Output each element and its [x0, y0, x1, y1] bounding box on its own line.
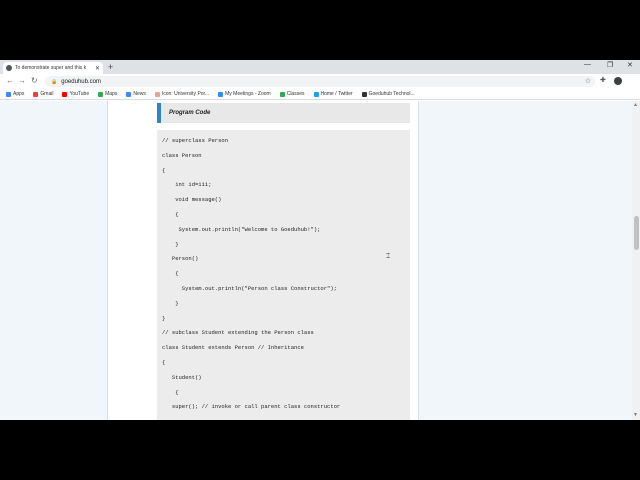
bookmarks-bar: Apps Gmail YouTube Maps News Icon: University… — [0, 89, 640, 100]
tab-title: To demonstrate super and this k — [15, 65, 87, 71]
bookmark-label: Icon: University Por... — [161, 91, 210, 97]
code-line: System.out.println("Person class Constru… — [162, 285, 337, 292]
close-tab-icon[interactable]: ✕ — [95, 65, 100, 72]
bookmark-label: Maps — [105, 91, 118, 97]
code-line: // subclass Student extending the Person… — [162, 329, 314, 337]
program-code-title: Program Code — [169, 110, 211, 116]
bookmark-label: Gmail — [40, 91, 54, 97]
code-line: } — [162, 299, 179, 307]
new-tab-button[interactable]: + — [108, 62, 113, 72]
code-line: class Person — [162, 151, 202, 159]
code-line: // superclass Person — [162, 137, 229, 144]
scroll-up-icon[interactable]: ▲ — [633, 102, 638, 108]
bookmark-favicon-icon — [126, 91, 132, 97]
site-favicon-icon — [6, 65, 12, 71]
bookmark-favicon-icon — [313, 91, 319, 97]
minimize-button[interactable]: — — [584, 61, 591, 68]
bookmark-item[interactable]: Icon: University Por... — [154, 91, 210, 97]
profile-avatar[interactable] — [614, 77, 622, 85]
code-line: super(); // invoke or call parent class … — [162, 403, 341, 411]
bookmark-favicon-icon — [98, 91, 104, 97]
bookmark-favicon-icon — [62, 91, 68, 97]
code-line: int id=111; — [162, 181, 212, 189]
code-line: } — [162, 240, 179, 248]
bookmark-label: Home / Twitter — [320, 91, 353, 97]
code-line: Student() — [162, 373, 202, 381]
bookmark-item[interactable]: Goeduhub Technol... — [361, 91, 415, 97]
bookmark-favicon-icon — [279, 91, 285, 97]
code-line: { — [162, 166, 166, 174]
code-line: System.out.println("Welcome to Goeduhub!… — [162, 225, 321, 233]
bookmark-favicon-icon — [33, 91, 39, 97]
close-window-button[interactable]: ✕ — [627, 61, 633, 69]
code-line: { — [162, 211, 179, 218]
bookmark-item[interactable]: Apps — [6, 91, 24, 97]
bookmark-label: YouTube — [69, 91, 90, 97]
program-code-header: Program Code — [157, 103, 410, 123]
lock-icon: 🔒 — [51, 78, 58, 85]
browser-window: To demonstrate super and this k ✕ + — ❐ … — [0, 60, 640, 420]
code-line: { — [162, 270, 179, 278]
code-line: { — [162, 359, 166, 366]
bookmark-item[interactable]: Classes — [279, 91, 305, 97]
bookmark-favicon-icon — [361, 91, 367, 97]
code-line: } — [162, 314, 166, 322]
bookmark-label: My Meetings - Zoom — [225, 91, 271, 97]
bookmark-label: Apps — [13, 91, 25, 97]
reload-icon[interactable]: ↻ — [31, 76, 38, 86]
bookmark-item[interactable]: My Meetings - Zoom — [218, 91, 271, 97]
forward-arrow-icon[interactable]: → — [18, 76, 26, 86]
web-page: Program Code // superclass Person class P… — [0, 101, 640, 420]
scrollbar-track[interactable] — [632, 101, 640, 420]
url-text: goeduhub.com — [61, 78, 101, 85]
bookmark-star-icon[interactable]: ☆ — [585, 77, 591, 85]
extensions-icon[interactable]: ✚ — [600, 76, 606, 84]
code-line: void message() — [162, 196, 222, 204]
code-line: class Student extends Person // Inherita… — [162, 344, 304, 352]
code-block: // superclass Person class Person { int id… — [157, 130, 410, 420]
browser-tab[interactable]: To demonstrate super and this k ✕ — [3, 62, 103, 74]
back-arrow-icon[interactable]: ← — [6, 76, 14, 86]
bookmark-label: News — [133, 91, 146, 97]
address-bar[interactable]: 🔒 goeduhub.com ☆ — [45, 76, 595, 87]
bookmark-label: Classes — [286, 91, 305, 97]
bookmark-item[interactable]: News — [126, 91, 146, 97]
bookmark-favicon-icon — [6, 91, 11, 97]
scroll-down-icon[interactable]: ▼ — [633, 412, 638, 418]
bookmark-favicon-icon — [218, 91, 224, 97]
bookmark-item[interactable]: Gmail — [33, 91, 53, 97]
bookmark-favicon-icon — [154, 91, 160, 97]
bookmark-item[interactable]: YouTube — [62, 91, 89, 97]
browser-toolbar: ← → ↻ 🔒 goeduhub.com ☆ ✚ — [0, 74, 640, 89]
tab-strip: To demonstrate super and this k ✕ + — ❐ … — [0, 60, 640, 74]
bookmark-item[interactable]: Home / Twitter — [313, 91, 353, 97]
code-line: Person() — [162, 255, 199, 263]
bookmark-label: Goeduhub Technol... — [368, 91, 415, 97]
bookmark-item[interactable]: Maps — [98, 91, 117, 97]
restore-button[interactable]: ❐ — [607, 61, 613, 69]
mouse-cursor-icon: ⌶ — [386, 253, 391, 260]
code-line: { — [162, 388, 179, 396]
scrollbar-thumb[interactable] — [634, 216, 639, 250]
